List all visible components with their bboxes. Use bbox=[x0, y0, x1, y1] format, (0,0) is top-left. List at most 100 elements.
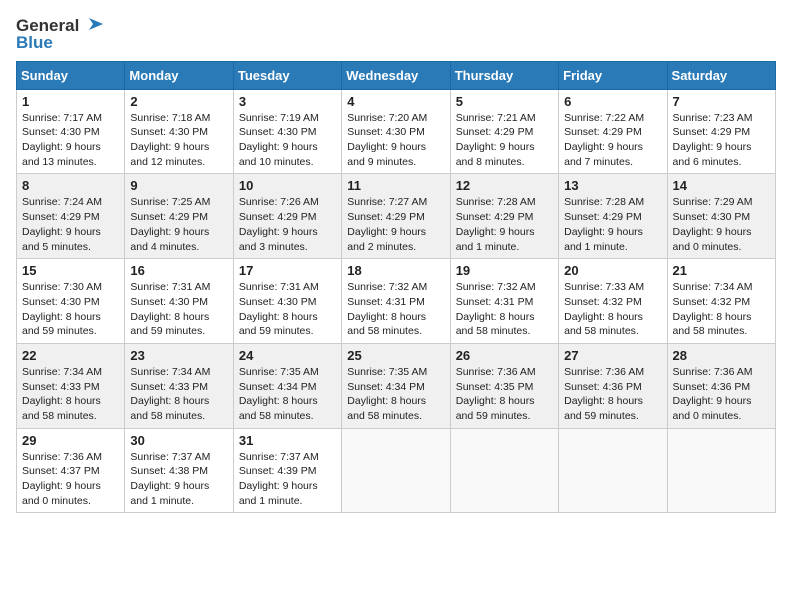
day-info: Sunrise: 7:35 AMSunset: 4:34 PMDaylight:… bbox=[347, 365, 444, 424]
calendar-cell: 14 Sunrise: 7:29 AMSunset: 4:30 PMDayligh… bbox=[667, 174, 775, 259]
calendar-week-row: 29 Sunrise: 7:36 AMSunset: 4:37 PMDayligh… bbox=[17, 428, 776, 513]
calendar-cell: 5 Sunrise: 7:21 AMSunset: 4:29 PMDaylight… bbox=[450, 89, 558, 174]
day-info: Sunrise: 7:25 AMSunset: 4:29 PMDaylight:… bbox=[130, 195, 227, 254]
day-info: Sunrise: 7:34 AMSunset: 4:32 PMDaylight:… bbox=[673, 280, 770, 339]
day-number: 23 bbox=[130, 348, 227, 363]
day-info: Sunrise: 7:36 AMSunset: 4:36 PMDaylight:… bbox=[564, 365, 661, 424]
day-number: 9 bbox=[130, 178, 227, 193]
day-number: 19 bbox=[456, 263, 553, 278]
day-info: Sunrise: 7:21 AMSunset: 4:29 PMDaylight:… bbox=[456, 111, 553, 170]
calendar-cell: 19 Sunrise: 7:32 AMSunset: 4:31 PMDayligh… bbox=[450, 259, 558, 344]
calendar-cell bbox=[667, 428, 775, 513]
day-number: 20 bbox=[564, 263, 661, 278]
day-number: 8 bbox=[22, 178, 119, 193]
calendar-cell: 6 Sunrise: 7:22 AMSunset: 4:29 PMDaylight… bbox=[559, 89, 667, 174]
calendar-cell: 26Sunrise: 7:36 AMSunset: 4:35 PMDayligh… bbox=[450, 343, 558, 428]
calendar-cell: 16Sunrise: 7:31 AMSunset: 4:30 PMDayligh… bbox=[125, 259, 233, 344]
day-number: 13 bbox=[564, 178, 661, 193]
calendar-cell: 29 Sunrise: 7:36 AMSunset: 4:37 PMDayligh… bbox=[17, 428, 125, 513]
day-number: 21 bbox=[673, 263, 770, 278]
day-number: 14 bbox=[673, 178, 770, 193]
day-info: Sunrise: 7:30 AMSunset: 4:30 PMDaylight:… bbox=[22, 280, 119, 339]
day-number: 16 bbox=[130, 263, 227, 278]
day-of-week-header: Saturday bbox=[667, 61, 775, 89]
calendar-cell: 31 Sunrise: 7:37 AMSunset: 4:39 PMDayligh… bbox=[233, 428, 341, 513]
day-number: 29 bbox=[22, 433, 119, 448]
day-of-week-header: Monday bbox=[125, 61, 233, 89]
calendar-cell: 27 Sunrise: 7:36 AMSunset: 4:36 PMDayligh… bbox=[559, 343, 667, 428]
calendar-week-row: 22 Sunrise: 7:34 AMSunset: 4:33 PMDayligh… bbox=[17, 343, 776, 428]
day-info: Sunrise: 7:35 AMSunset: 4:34 PMDaylight:… bbox=[239, 365, 336, 424]
logo-blue-text: Blue bbox=[16, 34, 103, 53]
day-info: Sunrise: 7:32 AMSunset: 4:31 PMDaylight:… bbox=[456, 280, 553, 339]
day-number: 3 bbox=[239, 94, 336, 109]
calendar-table: SundayMondayTuesdayWednesdayThursdayFrid… bbox=[16, 61, 776, 514]
calendar-cell: 10 Sunrise: 7:26 AMSunset: 4:29 PMDayligh… bbox=[233, 174, 341, 259]
day-info: Sunrise: 7:36 AMSunset: 4:35 PMDaylight:… bbox=[456, 365, 553, 424]
day-info: Sunrise: 7:22 AMSunset: 4:29 PMDaylight:… bbox=[564, 111, 661, 170]
calendar-cell: 4 Sunrise: 7:20 AMSunset: 4:30 PMDaylight… bbox=[342, 89, 450, 174]
calendar-cell: 25 Sunrise: 7:35 AMSunset: 4:34 PMDayligh… bbox=[342, 343, 450, 428]
day-info: Sunrise: 7:17 AMSunset: 4:30 PMDaylight:… bbox=[22, 111, 119, 170]
day-of-week-header: Tuesday bbox=[233, 61, 341, 89]
calendar-cell: 3 Sunrise: 7:19 AMSunset: 4:30 PMDaylight… bbox=[233, 89, 341, 174]
day-info: Sunrise: 7:26 AMSunset: 4:29 PMDaylight:… bbox=[239, 195, 336, 254]
calendar-cell: 17 Sunrise: 7:31 AMSunset: 4:30 PMDayligh… bbox=[233, 259, 341, 344]
day-of-week-header: Sunday bbox=[17, 61, 125, 89]
calendar-week-row: 15 Sunrise: 7:30 AMSunset: 4:30 PMDayligh… bbox=[17, 259, 776, 344]
calendar-cell: 9 Sunrise: 7:25 AMSunset: 4:29 PMDaylight… bbox=[125, 174, 233, 259]
calendar-cell: 15 Sunrise: 7:30 AMSunset: 4:30 PMDayligh… bbox=[17, 259, 125, 344]
day-number: 28 bbox=[673, 348, 770, 363]
day-number: 10 bbox=[239, 178, 336, 193]
day-number: 31 bbox=[239, 433, 336, 448]
calendar-week-row: 8Sunrise: 7:24 AMSunset: 4:29 PMDaylight… bbox=[17, 174, 776, 259]
day-info: Sunrise: 7:18 AMSunset: 4:30 PMDaylight:… bbox=[130, 111, 227, 170]
day-of-week-header: Wednesday bbox=[342, 61, 450, 89]
day-number: 4 bbox=[347, 94, 444, 109]
day-number: 27 bbox=[564, 348, 661, 363]
day-number: 7 bbox=[673, 94, 770, 109]
calendar-cell: 20 Sunrise: 7:33 AMSunset: 4:32 PMDayligh… bbox=[559, 259, 667, 344]
day-number: 15 bbox=[22, 263, 119, 278]
day-number: 11 bbox=[347, 178, 444, 193]
calendar-cell: 13 Sunrise: 7:28 AMSunset: 4:29 PMDayligh… bbox=[559, 174, 667, 259]
day-info: Sunrise: 7:28 AMSunset: 4:29 PMDaylight:… bbox=[456, 195, 553, 254]
calendar-cell: 23 Sunrise: 7:34 AMSunset: 4:33 PMDayligh… bbox=[125, 343, 233, 428]
day-number: 22 bbox=[22, 348, 119, 363]
calendar-cell: 28 Sunrise: 7:36 AMSunset: 4:36 PMDayligh… bbox=[667, 343, 775, 428]
day-number: 17 bbox=[239, 263, 336, 278]
calendar-cell: 8Sunrise: 7:24 AMSunset: 4:29 PMDaylight… bbox=[17, 174, 125, 259]
day-info: Sunrise: 7:37 AMSunset: 4:39 PMDaylight:… bbox=[239, 450, 336, 509]
calendar-cell: 21 Sunrise: 7:34 AMSunset: 4:32 PMDayligh… bbox=[667, 259, 775, 344]
day-info: Sunrise: 7:36 AMSunset: 4:36 PMDaylight:… bbox=[673, 365, 770, 424]
calendar-cell: 1 Sunrise: 7:17 AMSunset: 4:30 PMDaylight… bbox=[17, 89, 125, 174]
day-number: 5 bbox=[456, 94, 553, 109]
day-info: Sunrise: 7:27 AMSunset: 4:29 PMDaylight:… bbox=[347, 195, 444, 254]
calendar-cell: 12 Sunrise: 7:28 AMSunset: 4:29 PMDayligh… bbox=[450, 174, 558, 259]
day-number: 1 bbox=[22, 94, 119, 109]
calendar-cell bbox=[342, 428, 450, 513]
day-number: 25 bbox=[347, 348, 444, 363]
day-number: 24 bbox=[239, 348, 336, 363]
day-number: 6 bbox=[564, 94, 661, 109]
header: General Blue bbox=[16, 16, 776, 53]
day-info: Sunrise: 7:19 AMSunset: 4:30 PMDaylight:… bbox=[239, 111, 336, 170]
day-info: Sunrise: 7:23 AMSunset: 4:29 PMDaylight:… bbox=[673, 111, 770, 170]
day-number: 30 bbox=[130, 433, 227, 448]
calendar-cell: 24 Sunrise: 7:35 AMSunset: 4:34 PMDayligh… bbox=[233, 343, 341, 428]
calendar-cell: 22Sunrise: 7:34 AMSunset: 4:33 PMDayligh… bbox=[17, 343, 125, 428]
day-info: Sunrise: 7:36 AMSunset: 4:37 PMDaylight:… bbox=[22, 450, 119, 509]
day-info: Sunrise: 7:29 AMSunset: 4:30 PMDaylight:… bbox=[673, 195, 770, 254]
calendar-cell: 30Sunrise: 7:37 AMSunset: 4:38 PMDayligh… bbox=[125, 428, 233, 513]
day-info: Sunrise: 7:20 AMSunset: 4:30 PMDaylight:… bbox=[347, 111, 444, 170]
calendar-cell: 2Sunrise: 7:18 AMSunset: 4:30 PMDaylight… bbox=[125, 89, 233, 174]
calendar-cell bbox=[559, 428, 667, 513]
calendar-week-row: 1 Sunrise: 7:17 AMSunset: 4:30 PMDaylight… bbox=[17, 89, 776, 174]
day-of-week-header: Thursday bbox=[450, 61, 558, 89]
day-info: Sunrise: 7:28 AMSunset: 4:29 PMDaylight:… bbox=[564, 195, 661, 254]
day-info: Sunrise: 7:34 AMSunset: 4:33 PMDaylight:… bbox=[130, 365, 227, 424]
day-info: Sunrise: 7:33 AMSunset: 4:32 PMDaylight:… bbox=[564, 280, 661, 339]
calendar-cell bbox=[450, 428, 558, 513]
day-number: 12 bbox=[456, 178, 553, 193]
day-info: Sunrise: 7:31 AMSunset: 4:30 PMDaylight:… bbox=[239, 280, 336, 339]
